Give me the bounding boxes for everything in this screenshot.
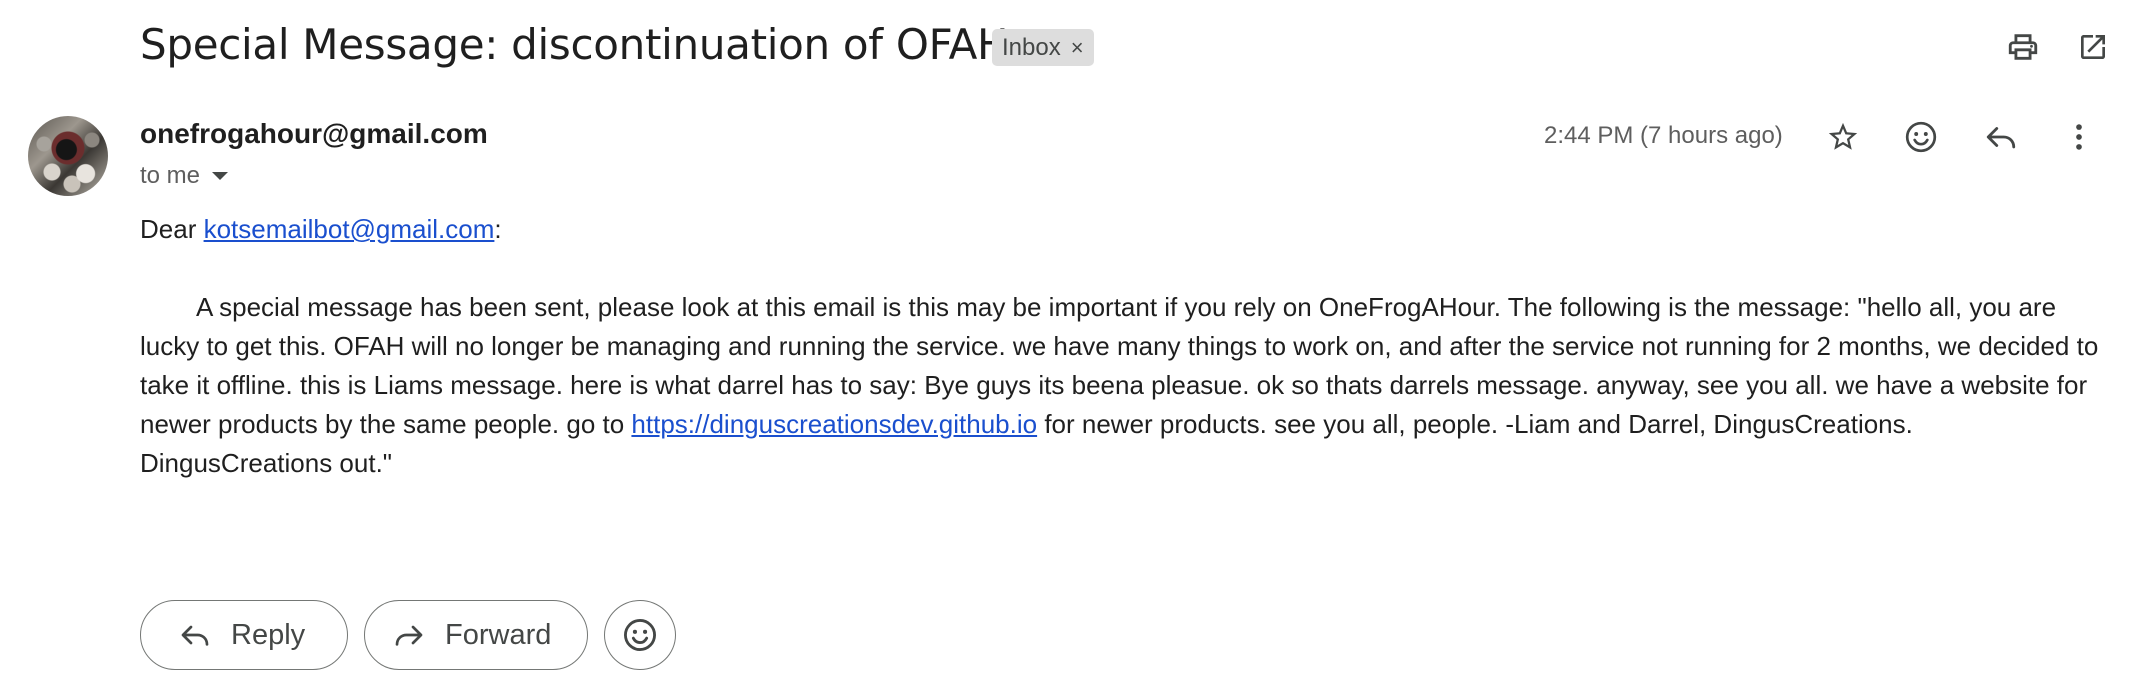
sender-avatar[interactable] (28, 116, 108, 196)
open-in-new-window-icon[interactable] (2072, 26, 2114, 68)
star-icon[interactable] (1820, 114, 1866, 160)
greeting-suffix: : (494, 214, 502, 244)
greeting-prefix: Dear (140, 214, 204, 244)
reply-button[interactable]: Reply (140, 600, 348, 670)
more-vert-icon[interactable] (2056, 114, 2102, 160)
email-body: Dear kotsemailbot@gmail.com: A special m… (140, 210, 2110, 483)
reply-label: Reply (231, 618, 306, 651)
reply-icon (179, 619, 211, 651)
print-icon[interactable] (2002, 26, 2044, 68)
remove-label-icon[interactable]: × (1071, 35, 1084, 61)
recipient-email-link[interactable]: kotsemailbot@gmail.com (204, 214, 495, 244)
label-chip-text: Inbox (1002, 33, 1061, 61)
recipient-text: to me (140, 162, 201, 189)
forward-icon (393, 619, 425, 651)
email-timestamp: 2:44 PM (7 hours ago) (1544, 122, 1783, 149)
emoji-reaction-button[interactable] (604, 600, 676, 670)
caret-down-icon (212, 172, 229, 180)
email-subject: Special Message: discontinuation of OFAH (140, 20, 1009, 69)
forward-button[interactable]: Forward (364, 600, 588, 670)
forward-label: Forward (445, 618, 552, 651)
website-link[interactable]: https://dinguscreationsdev.github.io (631, 409, 1037, 439)
sender-email[interactable]: onefrogahour@gmail.com (140, 118, 488, 150)
greeting-line: Dear kotsemailbot@gmail.com: (140, 210, 2110, 249)
recipient-dropdown[interactable]: to me (140, 162, 229, 190)
reply-icon[interactable] (1978, 114, 2024, 160)
message-paragraph: A special message has been sent, please … (140, 288, 2110, 483)
emoji-reaction-icon (621, 616, 659, 654)
inbox-label-chip[interactable]: Inbox × (992, 29, 1094, 66)
emoji-reaction-icon[interactable] (1898, 114, 1944, 160)
